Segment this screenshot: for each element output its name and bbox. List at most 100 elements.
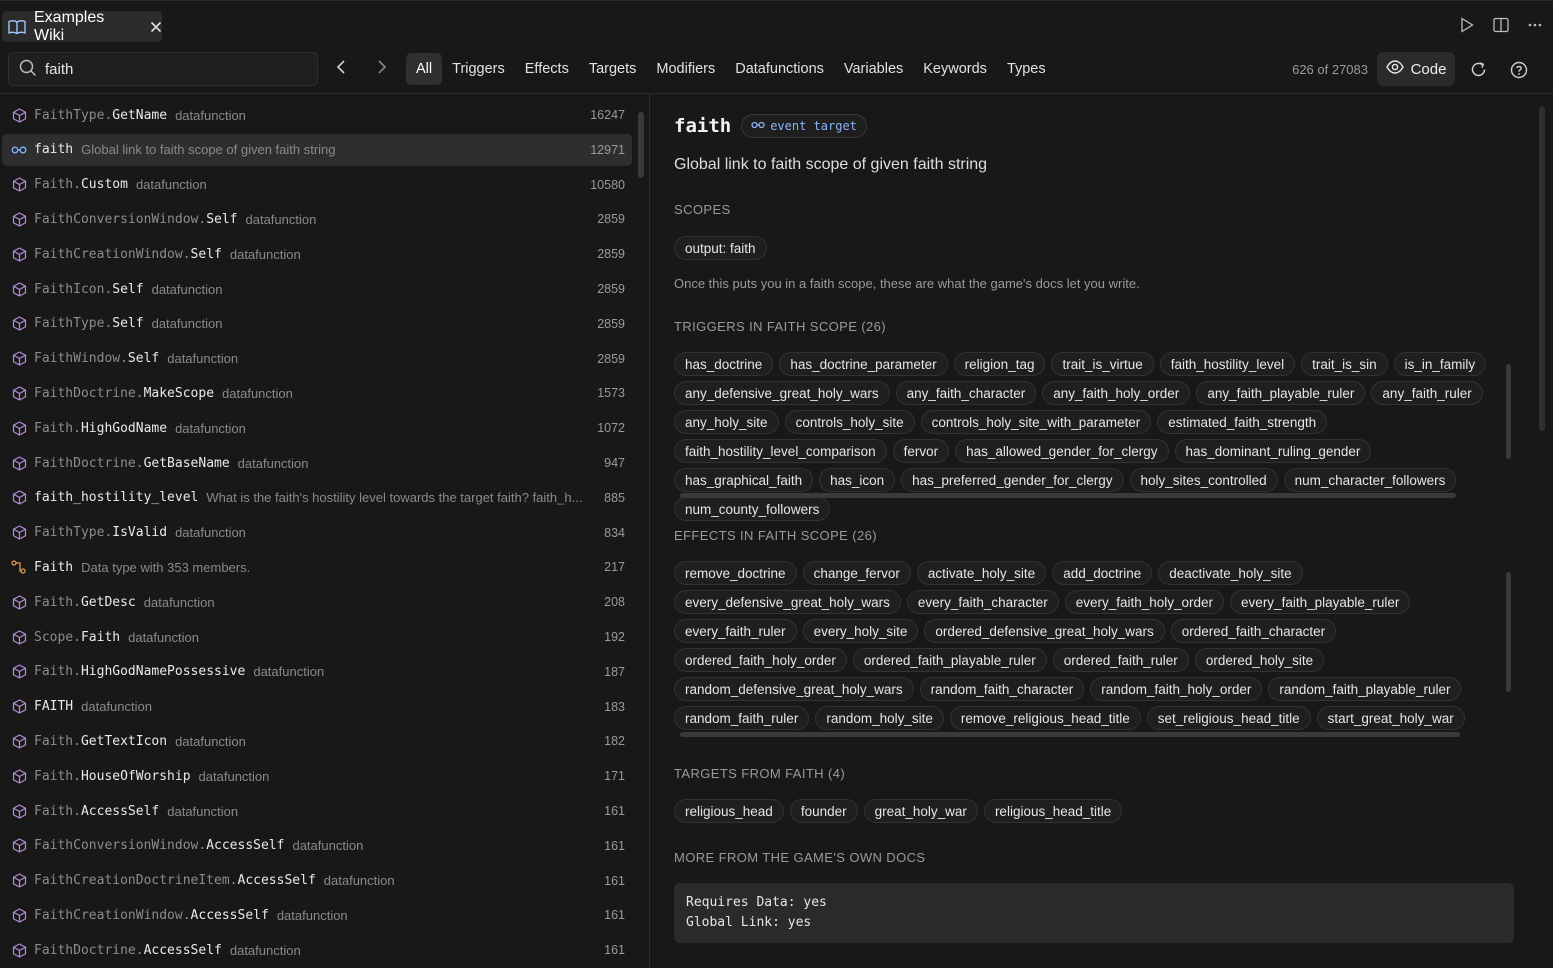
list-scrollbar[interactable] — [638, 112, 644, 178]
trigger-chip[interactable]: has_doctrine_parameter — [779, 352, 948, 376]
scope-chip[interactable]: output: faith — [674, 236, 767, 260]
effect-chip[interactable]: random_faith_playable_ruler — [1268, 677, 1462, 701]
trigger-chip[interactable]: trait_is_virtue — [1051, 352, 1154, 376]
trigger-chip[interactable]: has_allowed_gender_for_clergy — [955, 439, 1169, 463]
filter-tab-types[interactable]: Types — [997, 53, 1056, 85]
effect-chip[interactable]: random_defensive_great_holy_wars — [674, 677, 914, 701]
trigger-chip[interactable]: any_faith_character — [895, 381, 1037, 405]
effect-chip[interactable]: ordered_faith_holy_order — [674, 648, 847, 672]
list-item[interactable]: Faith.GetDesc datafunction 208 — [2, 586, 632, 618]
effect-chip[interactable]: add_doctrine — [1052, 561, 1153, 585]
trigger-chip[interactable]: any_faith_playable_ruler — [1196, 381, 1366, 405]
list-item[interactable]: FaithCreationDoctrineItem.AccessSelf data… — [2, 865, 632, 897]
filter-tab-targets[interactable]: Targets — [579, 53, 647, 85]
trigger-chip[interactable]: controls_holy_site — [784, 410, 915, 434]
trigger-chip[interactable]: has_graphical_faith — [674, 468, 814, 492]
list-item[interactable]: FaithDoctrine.AccessSelf datafunction 161 — [2, 934, 632, 966]
list-item[interactable]: FaithType.GetName datafunction 16247 — [2, 99, 632, 131]
effect-chip[interactable]: activate_holy_site — [916, 561, 1047, 585]
forward-arrow-icon[interactable] — [377, 60, 387, 77]
detail-scrollbar[interactable] — [1539, 106, 1545, 431]
search-input[interactable] — [45, 60, 305, 78]
effect-chip[interactable]: ordered_holy_site — [1194, 648, 1325, 672]
tab-examples-wiki[interactable]: Examples Wiki — [2, 9, 162, 44]
back-arrow-icon[interactable] — [336, 60, 346, 77]
trigger-chip[interactable]: has_dominant_ruling_gender — [1174, 439, 1372, 463]
list-item[interactable]: Faith.HouseOfWorship datafunction 171 — [2, 760, 632, 792]
trigger-chip[interactable]: holy_sites_controlled — [1129, 468, 1278, 492]
target-chip[interactable]: religious_head_title — [983, 799, 1123, 823]
trigger-chip[interactable]: is_in_family — [1393, 352, 1487, 376]
list-item[interactable]: FaithIcon.Self datafunction 2859 — [2, 273, 632, 305]
effects-scrollbar[interactable] — [1506, 572, 1511, 692]
effect-chip[interactable]: ordered_faith_character — [1170, 619, 1337, 643]
trigger-chip[interactable]: has_doctrine — [674, 352, 774, 376]
list-item[interactable]: FaithCreationWindow.Self datafunction 2859 — [2, 238, 632, 270]
effect-chip[interactable]: set_religious_head_title — [1146, 706, 1311, 730]
trigger-chip[interactable]: any_faith_holy_order — [1042, 381, 1191, 405]
trigger-chip[interactable]: faith_hostility_level — [1159, 352, 1296, 376]
list-item[interactable]: Faith.HighGodName datafunction 1072 — [2, 412, 632, 444]
filter-tab-triggers[interactable]: Triggers — [442, 53, 515, 85]
close-icon[interactable] — [150, 21, 162, 33]
list-item[interactable]: FaithCreationWindow.AccessSelf datafuncti… — [2, 899, 632, 931]
effect-chip[interactable]: start_great_holy_war — [1316, 706, 1465, 730]
triggers-h-scrollbar[interactable] — [680, 493, 1456, 498]
list-item[interactable]: FaithType.IsValid datafunction 834 — [2, 517, 632, 549]
effect-chip[interactable]: ordered_defensive_great_holy_wars — [924, 619, 1165, 643]
more-icon[interactable] — [1527, 17, 1543, 33]
filter-tab-variables[interactable]: Variables — [834, 53, 913, 85]
effect-chip[interactable]: every_faith_playable_ruler — [1230, 590, 1411, 614]
trigger-chip[interactable]: religion_tag — [953, 352, 1046, 376]
list-item[interactable]: FAITH datafunction 183 — [2, 691, 632, 723]
trigger-chip[interactable]: fervor — [892, 439, 950, 463]
target-chip[interactable]: great_holy_war — [863, 799, 978, 823]
list-item[interactable]: FaithDoctrine.GetBaseName datafunction 947 — [2, 447, 632, 479]
trigger-chip[interactable]: any_defensive_great_holy_wars — [674, 381, 890, 405]
effect-chip[interactable]: every_holy_site — [802, 619, 919, 643]
trigger-chip[interactable]: any_holy_site — [674, 410, 779, 434]
effect-chip[interactable]: random_faith_ruler — [674, 706, 810, 730]
filter-tab-keywords[interactable]: Keywords — [913, 53, 997, 85]
effect-chip[interactable]: every_faith_holy_order — [1064, 590, 1225, 614]
filter-tab-datafunctions[interactable]: Datafunctions — [725, 53, 834, 85]
trigger-chip[interactable]: num_county_followers — [674, 497, 831, 521]
list-item[interactable]: FaithConversionWindow.AccessSelf datafunc… — [2, 830, 632, 862]
help-icon[interactable] — [1510, 61, 1528, 82]
effect-chip[interactable]: ordered_faith_playable_ruler — [852, 648, 1047, 672]
list-item[interactable]: FaithType.Self datafunction 2859 — [2, 308, 632, 340]
list-item[interactable]: Faith.HighGodNamePossessive datafunction 1… — [2, 656, 632, 688]
code-button[interactable]: Code — [1377, 52, 1455, 86]
effect-chip[interactable]: change_fervor — [802, 561, 911, 585]
filter-tab-all[interactable]: All — [406, 53, 443, 85]
effect-chip[interactable]: every_faith_character — [906, 590, 1059, 614]
effect-chip[interactable]: remove_doctrine — [674, 561, 797, 585]
trigger-chip[interactable]: controls_holy_site_with_parameter — [920, 410, 1152, 434]
effects-h-scrollbar[interactable] — [680, 732, 1460, 737]
target-chip[interactable]: founder — [789, 799, 858, 823]
list-item[interactable]: FaithWindow.Self datafunction 2859 — [2, 343, 632, 375]
trigger-chip[interactable]: has_preferred_gender_for_clergy — [901, 468, 1124, 492]
list-item[interactable]: faith Global link to faith scope of given… — [2, 133, 632, 166]
list-item[interactable]: faith_hostility_level What is the faith's… — [2, 482, 632, 514]
target-chip[interactable]: religious_head — [674, 799, 784, 823]
filter-tab-modifiers[interactable]: Modifiers — [646, 53, 725, 85]
effect-chip[interactable]: ordered_faith_ruler — [1052, 648, 1189, 672]
triggers-scrollbar[interactable] — [1506, 364, 1511, 459]
effect-chip[interactable]: deactivate_holy_site — [1158, 561, 1303, 585]
list-item[interactable]: Scope.Faith datafunction 192 — [2, 621, 632, 653]
list-item[interactable]: Faith.GetTextIcon datafunction 182 — [2, 725, 632, 757]
trigger-chip[interactable]: has_icon — [819, 468, 896, 492]
filter-tab-effects[interactable]: Effects — [515, 53, 579, 85]
trigger-chip[interactable]: faith_hostility_level_comparison — [674, 439, 887, 463]
list-item[interactable]: Faith Data type with 353 members. 217 — [2, 551, 632, 583]
effect-chip[interactable]: every_faith_ruler — [674, 619, 797, 643]
split-editor-icon[interactable] — [1493, 17, 1509, 33]
refresh-icon[interactable] — [1470, 61, 1487, 81]
trigger-chip[interactable]: estimated_faith_strength — [1157, 410, 1328, 434]
effect-chip[interactable]: random_holy_site — [815, 706, 944, 730]
effect-chip[interactable]: remove_religious_head_title — [949, 706, 1141, 730]
list-item[interactable]: FaithDoctrine.MakeScope datafunction 1573 — [2, 377, 632, 409]
run-icon[interactable] — [1459, 17, 1475, 33]
effect-chip[interactable]: every_defensive_great_holy_wars — [674, 590, 901, 614]
